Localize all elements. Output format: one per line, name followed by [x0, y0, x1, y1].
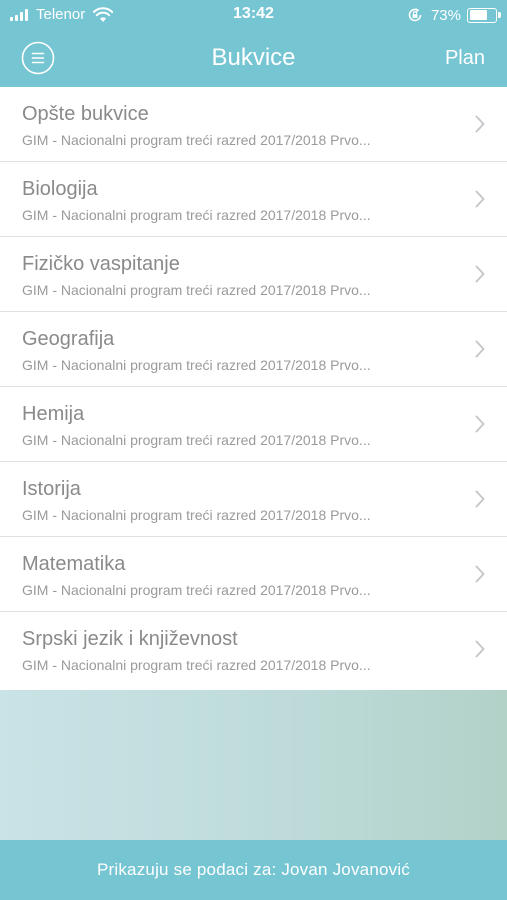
item-title: Geografija	[22, 328, 115, 350]
rotation-lock-icon	[408, 8, 422, 22]
item-title: Srpski jezik i književnost	[22, 628, 238, 650]
battery-percentage: 73%	[430, 6, 461, 24]
chevron-right-icon	[475, 115, 485, 133]
header: Telenor 13:42 73% Bukvice Plan	[0, 0, 507, 87]
list-item-istorija[interactable]: Istorija GIM - Nacionalni program treći …	[0, 462, 507, 537]
list-item-geografija[interactable]: Geografija GIM - Nacionalni program treć…	[0, 312, 507, 387]
plan-button[interactable]: Plan	[445, 45, 485, 71]
item-subtitle: GIM - Nacionalni program treći razred 20…	[22, 207, 371, 223]
item-title: Hemija	[22, 403, 85, 425]
chevron-right-icon	[475, 190, 485, 208]
item-subtitle: GIM - Nacionalni program treći razred 20…	[22, 282, 371, 298]
chevron-right-icon	[475, 340, 485, 358]
item-subtitle: GIM - Nacionalni program treći razred 20…	[22, 657, 371, 673]
item-subtitle: GIM - Nacionalni program treći razred 20…	[22, 507, 371, 523]
battery-fill	[469, 10, 488, 20]
battery-icon	[467, 7, 501, 23]
page-title: Bukvice	[211, 44, 296, 71]
item-title: Biologija	[22, 178, 98, 200]
chevron-right-icon	[475, 565, 485, 583]
battery-nub	[498, 11, 501, 18]
list-item-fizicko-vaspitanje[interactable]: Fizičko vaspitanje GIM - Nacionalni prog…	[0, 237, 507, 312]
navigation-bar: Bukvice Plan	[0, 30, 507, 87]
chevron-right-icon	[475, 415, 485, 433]
item-subtitle: GIM - Nacionalni program treći razred 20…	[22, 132, 371, 148]
item-title: Opšte bukvice	[22, 103, 149, 125]
status-bar: Telenor 13:42 73%	[0, 0, 507, 30]
list-item-biologija[interactable]: Biologija GIM - Nacionalni program treći…	[0, 162, 507, 237]
chevron-right-icon	[475, 265, 485, 283]
background-area	[0, 690, 507, 840]
status-right-group: 73%	[407, 6, 501, 24]
item-title: Istorija	[22, 478, 81, 500]
item-subtitle: GIM - Nacionalni program treći razred 20…	[22, 432, 371, 448]
list-item-opste-bukvice[interactable]: Opšte bukvice GIM - Nacionalni program t…	[0, 87, 507, 162]
list-item-matematika[interactable]: Matematika GIM - Nacionalni program treć…	[0, 537, 507, 612]
subject-list: Opšte bukvice GIM - Nacionalni program t…	[0, 87, 507, 688]
list-item-hemija[interactable]: Hemija GIM - Nacionalni program treći ra…	[0, 387, 507, 462]
item-subtitle: GIM - Nacionalni program treći razred 20…	[22, 582, 371, 598]
list-item-srpski-jezik[interactable]: Srpski jezik i književnost GIM - Naciona…	[0, 612, 507, 688]
footer-banner: Prikazuju se podaci za: Jovan Jovanović	[0, 840, 507, 900]
item-title: Matematika	[22, 553, 126, 575]
item-title: Fizičko vaspitanje	[22, 253, 180, 275]
chevron-right-icon	[475, 640, 485, 658]
chevron-right-icon	[475, 490, 485, 508]
item-subtitle: GIM - Nacionalni program treći razred 20…	[22, 357, 371, 373]
